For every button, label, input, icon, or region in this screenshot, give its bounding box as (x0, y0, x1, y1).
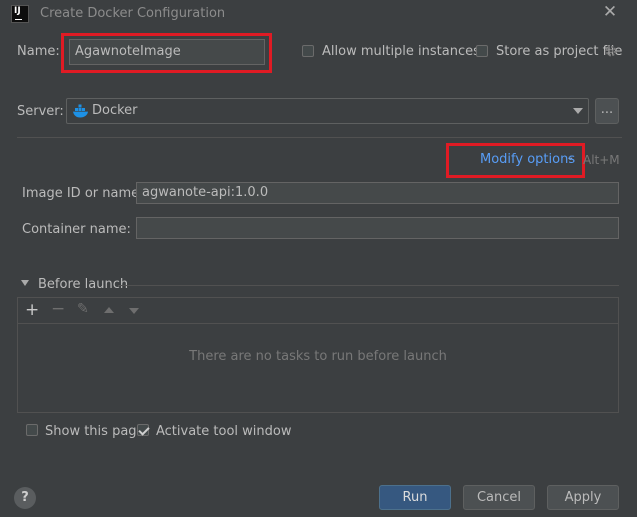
modify-shortcut: Alt+M (583, 153, 620, 167)
server-label: Server: (17, 104, 64, 119)
container-field[interactable] (136, 217, 619, 239)
empty-tasks-text: There are no tasks to run before launch (189, 349, 447, 364)
move-down-icon[interactable] (129, 308, 139, 314)
chevron-down-icon: ⌄ (566, 152, 575, 163)
run-button[interactable]: Run (379, 485, 451, 510)
chevron-down-icon (573, 108, 583, 114)
show-page-checkbox[interactable] (26, 424, 38, 436)
tasks-toolbar: + − ✎ (18, 298, 618, 324)
gear-icon[interactable] (604, 44, 618, 58)
image-label: Image ID or name: (22, 186, 144, 201)
image-field[interactable]: agwanote-api:1.0.0 (136, 182, 619, 204)
collapse-arrow-icon[interactable] (21, 280, 29, 286)
edit-icon[interactable]: ✎ (77, 301, 89, 317)
name-label: Name: (17, 44, 60, 59)
cancel-button[interactable]: Cancel (463, 485, 535, 510)
close-icon[interactable]: ✕ (600, 2, 620, 22)
docker-icon (73, 104, 89, 118)
help-icon[interactable]: ? (14, 487, 36, 509)
apply-button[interactable]: Apply (547, 485, 619, 510)
container-label: Container name: (22, 222, 131, 237)
divider (17, 137, 622, 138)
tasks-panel: + − ✎ There are no tasks to run before l… (17, 297, 619, 413)
before-launch-divider (118, 285, 619, 286)
server-combo[interactable]: Docker (66, 98, 589, 124)
modify-options-link[interactable]: Modify options (480, 152, 575, 167)
app-logo-text: IJ (14, 6, 21, 16)
app-logo-icon: IJ (11, 5, 29, 23)
window-title: Create Docker Configuration (40, 6, 226, 21)
activate-tool-checkbox[interactable] (137, 424, 149, 436)
name-field[interactable]: AgawnoteImage (69, 39, 265, 65)
allow-multiple-label: Allow multiple instances (322, 44, 480, 59)
allow-multiple-checkbox[interactable] (302, 45, 314, 57)
server-browse-button[interactable]: ... (595, 98, 619, 124)
server-value: Docker (92, 103, 138, 118)
store-project-checkbox[interactable] (476, 45, 488, 57)
show-page-label: Show this page (45, 424, 145, 439)
remove-icon[interactable]: − (51, 299, 65, 319)
move-up-icon[interactable] (104, 307, 114, 313)
add-icon[interactable]: + (25, 300, 39, 320)
activate-tool-label: Activate tool window (156, 424, 292, 439)
before-launch-title[interactable]: Before launch (38, 277, 128, 292)
